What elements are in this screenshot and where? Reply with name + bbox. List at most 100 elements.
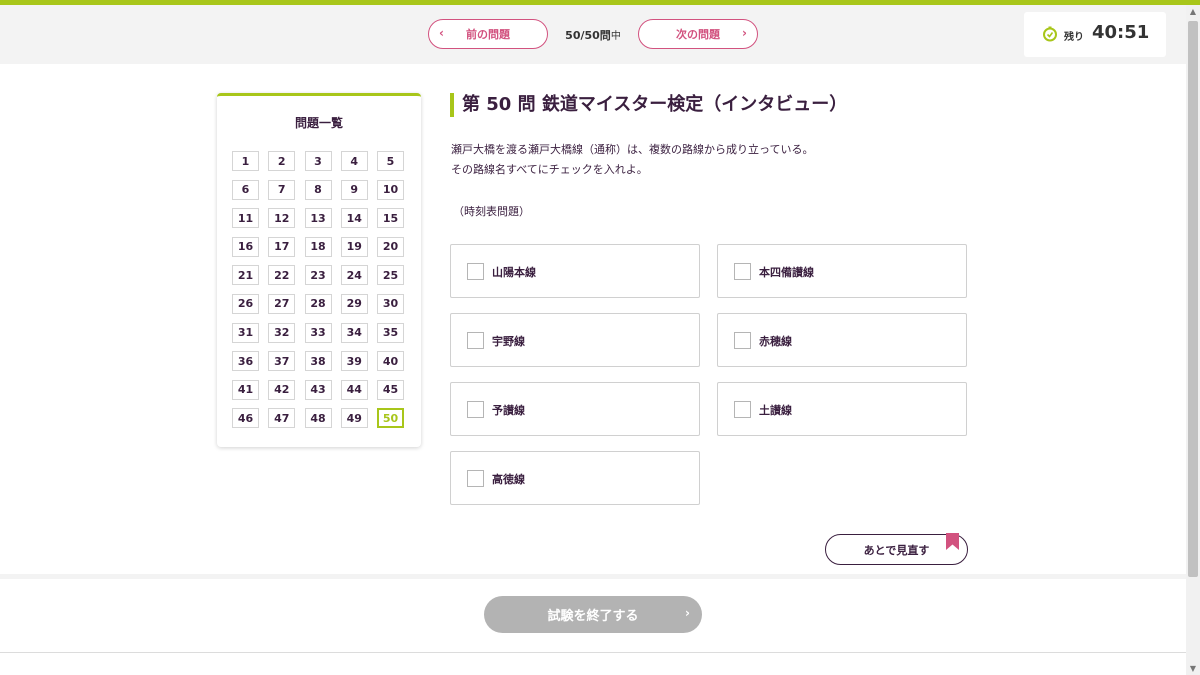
question-number-12[interactable]: 12 — [268, 208, 296, 229]
question-number-13[interactable]: 13 — [304, 208, 332, 229]
bottom-divider — [0, 652, 1186, 653]
checkbox-icon[interactable] — [467, 332, 484, 349]
question-number-26[interactable]: 26 — [232, 293, 259, 314]
progress-count: 50/50問 — [565, 29, 611, 42]
question-number-50[interactable]: 50 — [377, 408, 404, 429]
answer-option-label: 赤穂線 — [759, 335, 792, 348]
prev-question-label: 前の問題 — [466, 28, 510, 41]
question-number-27[interactable]: 27 — [268, 293, 296, 314]
checkbox-icon[interactable] — [734, 332, 751, 349]
bookmark-icon[interactable] — [946, 533, 959, 550]
question-number-2[interactable]: 2 — [268, 151, 296, 171]
question-progress: 50/50問中 — [558, 27, 628, 43]
prev-question-button[interactable]: ‹ 前の問題 — [428, 19, 548, 49]
question-number-37[interactable]: 37 — [268, 351, 296, 372]
page-scrollbar[interactable]: ▲ ▼ — [1186, 5, 1200, 675]
question-number-46[interactable]: 46 — [232, 408, 259, 429]
question-number-9[interactable]: 9 — [340, 179, 368, 200]
question-number-45[interactable]: 45 — [377, 379, 404, 400]
question-number-14[interactable]: 14 — [340, 208, 368, 229]
question-number-36[interactable]: 36 — [232, 351, 259, 372]
question-number-20[interactable]: 20 — [377, 236, 404, 257]
answer-option-yosan[interactable]: 予讃線 — [450, 382, 700, 436]
finish-exam-label: 試験を終了する — [547, 609, 639, 624]
header-bar: ‹ 前の問題 50/50問中 次の問題 › 残り 40:51 — [0, 5, 1186, 64]
question-number-41[interactable]: 41 — [232, 379, 259, 400]
question-number-11[interactable]: 11 — [232, 208, 259, 229]
answer-option-label: 宇野線 — [492, 335, 525, 348]
question-number-25[interactable]: 25 — [377, 265, 404, 286]
question-list-title: 問題一覧 — [294, 116, 343, 130]
answer-option-label: 山陽本線 — [492, 266, 536, 279]
next-question-button[interactable]: 次の問題 › — [638, 19, 758, 49]
checkbox-icon[interactable] — [734, 263, 751, 280]
question-number-17[interactable]: 17 — [268, 236, 296, 257]
answer-option-uno[interactable]: 宇野線 — [450, 313, 700, 367]
timer-box: 残り 40:51 — [1024, 12, 1166, 57]
next-question-label: 次の問題 — [676, 28, 720, 41]
question-number-5[interactable]: 5 — [377, 151, 404, 171]
question-number-48[interactable]: 48 — [304, 408, 332, 429]
scroll-up-icon[interactable]: ▲ — [1188, 7, 1198, 16]
question-number-4[interactable]: 4 — [340, 151, 368, 171]
question-number-35[interactable]: 35 — [377, 322, 404, 343]
question-number-30[interactable]: 30 — [377, 293, 404, 314]
review-later-label: あとで見直す — [863, 543, 930, 557]
question-number-47[interactable]: 47 — [268, 408, 296, 429]
checkbox-icon[interactable] — [467, 263, 484, 280]
question-number-23[interactable]: 23 — [304, 265, 332, 286]
answer-option-kotoku[interactable]: 高徳線 — [450, 451, 700, 505]
question-number-44[interactable]: 44 — [340, 379, 368, 400]
question-number-8[interactable]: 8 — [304, 179, 332, 200]
question-number-18[interactable]: 18 — [304, 236, 332, 257]
question-number-10[interactable]: 10 — [377, 179, 404, 200]
checkbox-icon[interactable] — [467, 401, 484, 418]
question-list-panel: 問題一覧 1 2 3 4 5 6 7 8 9 10 11 12 13 14 15 16 17 18 19 20 21 22… — [217, 93, 421, 447]
timer-value: 40:51 — [1092, 22, 1150, 43]
question-text-line-2: その路線名すべてにチェックを入れよ。 — [451, 163, 648, 176]
question-number-1[interactable]: 1 — [232, 151, 259, 171]
question-number-34[interactable]: 34 — [340, 322, 368, 343]
question-number-3[interactable]: 3 — [304, 151, 332, 171]
answer-option-label: 高徳線 — [492, 473, 525, 486]
checkbox-icon[interactable] — [734, 401, 751, 418]
question-number-42[interactable]: 42 — [268, 379, 296, 400]
question-number-38[interactable]: 38 — [304, 351, 332, 372]
question-number-22[interactable]: 22 — [268, 265, 296, 286]
question-note: （時刻表問題） — [453, 205, 530, 218]
question-number-7[interactable]: 7 — [268, 179, 296, 200]
question-number-40[interactable]: 40 — [377, 351, 404, 372]
checkbox-icon[interactable] — [467, 470, 484, 487]
finish-exam-button[interactable]: 試験を終了する › — [484, 596, 702, 633]
question-text: 瀬戸大橋を渡る瀬戸大橋線（通称）は、複数の路線から成り立っている。 その路線名す… — [451, 140, 813, 180]
clock-icon — [1043, 26, 1057, 42]
question-number-32[interactable]: 32 — [268, 322, 296, 343]
answer-option-dosan[interactable]: 土讃線 — [717, 382, 967, 436]
question-number-29[interactable]: 29 — [340, 293, 368, 314]
footer-separator — [0, 574, 1186, 579]
question-number-16[interactable]: 16 — [232, 236, 259, 257]
question-text-line-1: 瀬戸大橋を渡る瀬戸大橋線（通称）は、複数の路線から成り立っている。 — [451, 143, 814, 156]
scrollbar-thumb[interactable] — [1188, 21, 1198, 577]
question-number-28[interactable]: 28 — [304, 293, 332, 314]
answer-option-sanyo[interactable]: 山陽本線 — [450, 244, 700, 298]
question-number-24[interactable]: 24 — [340, 265, 368, 286]
question-number-33[interactable]: 33 — [304, 322, 332, 343]
question-number-21[interactable]: 21 — [232, 265, 259, 286]
answer-option-honshibisan[interactable]: 本四備讃線 — [717, 244, 967, 298]
timer-label: 残り — [1064, 32, 1084, 43]
question-number-49[interactable]: 49 — [340, 408, 368, 429]
scroll-down-icon[interactable]: ▼ — [1188, 664, 1198, 673]
answer-option-ako[interactable]: 赤穂線 — [717, 313, 967, 367]
chevron-right-icon: › — [742, 26, 747, 40]
question-number-6[interactable]: 6 — [232, 179, 259, 200]
chevron-right-icon: › — [685, 606, 690, 620]
question-number-43[interactable]: 43 — [304, 379, 332, 400]
question-number-39[interactable]: 39 — [340, 351, 368, 372]
chevron-left-icon: ‹ — [439, 26, 444, 40]
question-number-31[interactable]: 31 — [232, 322, 259, 343]
question-number-grid: 1 2 3 4 5 6 7 8 9 10 11 12 13 14 15 16 17 18 19 20 21 22 23 24 2… — [232, 151, 408, 429]
question-number-15[interactable]: 15 — [377, 208, 404, 229]
answer-option-label: 本四備讃線 — [759, 266, 814, 279]
question-number-19[interactable]: 19 — [340, 236, 368, 257]
